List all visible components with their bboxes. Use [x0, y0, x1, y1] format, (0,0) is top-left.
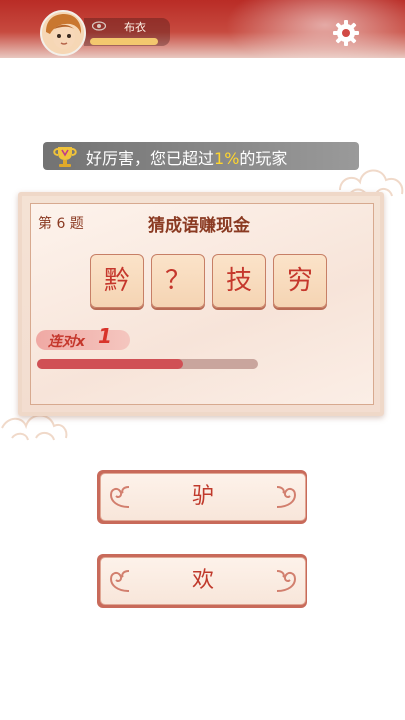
avatar-portrait-icon [42, 12, 84, 54]
gear-icon[interactable] [332, 19, 360, 47]
answer-button-1[interactable]: 驴 [97, 470, 307, 524]
progress-fill [37, 359, 183, 369]
question-number: 第 6 题 [38, 216, 84, 232]
header-glow [225, 0, 405, 58]
answer-label: 驴 [191, 484, 214, 509]
answer-button-2[interactable]: 欢 [97, 554, 307, 608]
experience-bar [90, 38, 158, 45]
idiom-tile-1: 黔 [90, 254, 144, 308]
progress-bar [37, 359, 258, 369]
achievement-percent: 1% [214, 149, 240, 168]
trophy-icon [53, 147, 77, 167]
idiom-tile-3: 技 [212, 254, 266, 308]
achievement-suffix: 的玩家 [239, 149, 288, 168]
streak-count: 1 [98, 324, 112, 348]
answer-button-face: 驴 [100, 473, 306, 521]
puzzle-title: 猜成语赚现金 [148, 216, 250, 236]
eye-badge-icon [92, 21, 106, 31]
avatar[interactable] [40, 10, 86, 56]
idiom-tile-blank: ？ [151, 254, 205, 308]
streak-label: 连对x [48, 334, 86, 350]
answer-label: 欢 [191, 568, 214, 593]
player-name: 布衣 [124, 21, 146, 34]
achievement-text: 好厉害，您已超过1%的玩家 [86, 145, 287, 169]
achievement-prefix: 好厉害，您已超过 [86, 149, 215, 168]
answer-button-face: 欢 [100, 557, 306, 605]
idiom-tile-4: 穷 [273, 254, 327, 308]
